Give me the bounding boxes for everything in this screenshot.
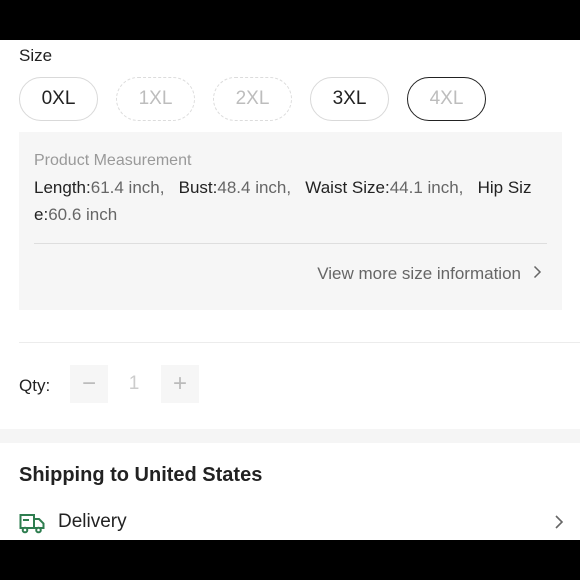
- size-option-1xl[interactable]: 1XL: [116, 77, 195, 121]
- size-option-2xl[interactable]: 2XL: [213, 77, 292, 121]
- measurement-title: Product Measurement: [34, 152, 192, 169]
- view-more-size-info-link[interactable]: View more size information: [317, 264, 542, 284]
- waist-key: Waist Size:: [305, 178, 390, 197]
- size-heading: Size: [19, 46, 53, 65]
- measurement-divider: [34, 243, 547, 244]
- hip-value: 60.6 inch: [48, 205, 118, 224]
- quantity-label: Qty:: [19, 376, 51, 395]
- bust-key: Bust:: [178, 178, 218, 197]
- delivery-label: Delivery: [58, 511, 127, 532]
- length-key: Length:: [34, 178, 91, 197]
- delivery-row[interactable]: Delivery: [19, 510, 564, 536]
- quantity-increase-button[interactable]: +: [161, 365, 199, 403]
- product-options-panel: Size 0XL 1XL 2XL 3XL 4XL Product Measure…: [0, 40, 580, 540]
- measurement-line-1: Length:61.4 inch, Bust:48.4 inch, Waist …: [34, 178, 554, 198]
- size-option-4xl[interactable]: 4XL: [407, 77, 486, 121]
- bottom-black-bar: [0, 540, 580, 580]
- section-divider: [19, 342, 580, 343]
- bust-value: 48.4 inch,: [217, 178, 292, 197]
- chevron-right-icon: [533, 264, 542, 284]
- chevron-right-icon: [554, 514, 564, 536]
- hip-key-part1: Hip Siz: [477, 178, 532, 197]
- shipping-title: Shipping to United States: [19, 464, 263, 486]
- quantity-decrease-button[interactable]: −: [70, 365, 108, 403]
- truck-icon: [19, 512, 45, 534]
- hip-key-part2: e:: [34, 205, 49, 224]
- length-value: 61.4 inch,: [90, 178, 165, 197]
- product-measurement-box: Product Measurement Length:61.4 inch, Bu…: [19, 132, 562, 310]
- measurement-line-2: e:60.6 inch: [34, 205, 554, 225]
- top-black-bar: [0, 0, 580, 40]
- size-option-3xl[interactable]: 3XL: [310, 77, 389, 121]
- quantity-value: 1: [128, 373, 140, 394]
- size-option-0xl[interactable]: 0XL: [19, 77, 98, 121]
- view-more-size-info-label: View more size information: [317, 264, 521, 283]
- section-spacer-band: [0, 429, 580, 443]
- waist-value: 44.1 inch,: [389, 178, 464, 197]
